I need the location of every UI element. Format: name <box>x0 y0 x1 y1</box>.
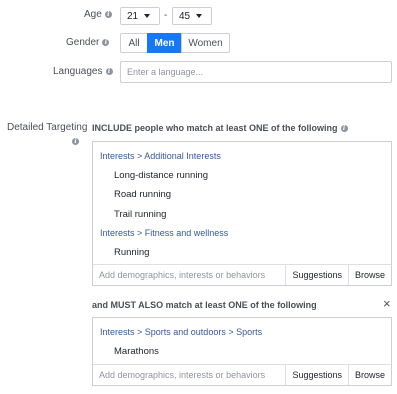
browse-button[interactable]: Browse <box>347 265 391 285</box>
include-heading-text: INCLUDE people who match at least ONE of… <box>92 123 338 133</box>
info-icon[interactable]: i <box>105 68 113 75</box>
gender-label: Gender i <box>66 37 110 48</box>
include-heading: INCLUDE people who match at least ONE of… <box>92 123 348 133</box>
gender-all-button[interactable]: All <box>120 33 148 53</box>
age-max-value: 45 <box>179 10 191 22</box>
caret-down-icon <box>144 14 151 18</box>
must-also-footer: Add demographics, interests or behaviors… <box>93 364 391 385</box>
must-also-heading: and MUST ALSO match at least ONE of the … <box>92 300 317 310</box>
include-footer: Add demographics, interests or behaviors… <box>93 264 391 285</box>
interest-path[interactable]: Interests > Sports and outdoors > Sports <box>100 327 262 337</box>
gender-men-button[interactable]: Men <box>147 33 182 53</box>
age-max-select[interactable]: 45 <box>172 7 212 25</box>
targeting-item[interactable]: Long-distance running <box>114 170 208 181</box>
suggestions-button[interactable]: Suggestions <box>285 265 348 285</box>
caret-down-icon <box>196 14 203 18</box>
age-min-select[interactable]: 21 <box>120 7 160 25</box>
close-icon[interactable]: × <box>383 296 391 311</box>
languages-label-text: Languages <box>53 66 103 77</box>
language-input[interactable]: Enter a language... <box>120 61 392 83</box>
must-also-targeting-box: Interests > Sports and outdoors > Sports… <box>92 317 392 386</box>
detailed-targeting-label: Detailed Targeting <box>7 122 88 133</box>
targeting-item[interactable]: Road running <box>114 189 171 200</box>
info-icon[interactable]: i <box>102 39 110 46</box>
targeting-item[interactable]: Trail running <box>114 209 166 220</box>
add-targeting-input[interactable]: Add demographics, interests or behaviors <box>93 270 285 280</box>
languages-label: Languages i <box>53 66 113 77</box>
age-dash: - <box>164 10 168 21</box>
info-icon[interactable]: i <box>340 124 348 132</box>
interest-path[interactable]: Interests > Fitness and wellness <box>100 228 228 238</box>
info-icon[interactable]: i <box>72 138 79 145</box>
interest-path[interactable]: Interests > Additional Interests <box>100 151 221 161</box>
include-targeting-box: Interests > Additional Interests Long-di… <box>92 141 392 286</box>
add-targeting-input[interactable]: Add demographics, interests or behaviors <box>93 370 285 380</box>
age-label-text: Age <box>84 9 102 20</box>
gender-label-text: Gender <box>66 37 100 48</box>
age-label: Age i <box>84 9 112 20</box>
info-icon[interactable]: i <box>104 11 112 18</box>
gender-women-button[interactable]: Women <box>181 33 230 53</box>
targeting-item[interactable]: Running <box>114 247 149 258</box>
browse-button[interactable]: Browse <box>347 365 391 385</box>
suggestions-button[interactable]: Suggestions <box>285 365 348 385</box>
age-min-value: 21 <box>127 10 139 22</box>
targeting-item[interactable]: Marathons <box>114 346 159 357</box>
